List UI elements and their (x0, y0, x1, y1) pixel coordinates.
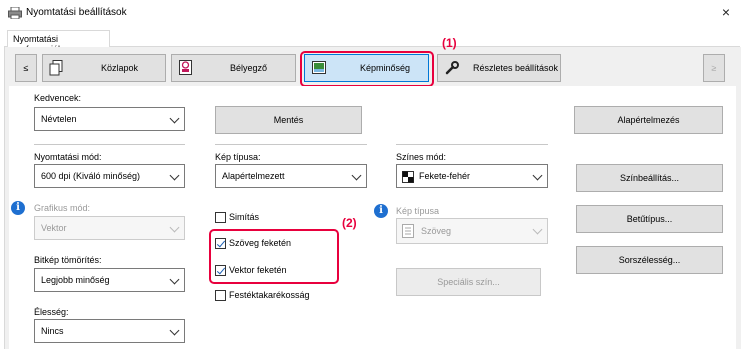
bitmap-value: Legjobb minőség (41, 275, 110, 285)
highlight-image-quality (300, 51, 434, 87)
info-icon: i (11, 201, 25, 215)
graphics-mode-dropdown[interactable]: Vektor (34, 216, 185, 240)
sharpness-dropdown[interactable]: Nincs (34, 319, 185, 343)
graphics-mode-label: Grafikus mód: (34, 203, 91, 213)
font-type-button[interactable]: Betűtípus... (576, 205, 723, 233)
color-settings-button[interactable]: Színbeállítás... (576, 164, 723, 192)
toner-save-label: Festéktakarékosság (229, 290, 310, 300)
image-type2-label: Kép típusa (396, 206, 440, 216)
chevron-down-icon (169, 325, 180, 336)
graphics-mode-value: Vektor (41, 223, 67, 233)
ribbon-prev-button[interactable]: ≤ (15, 54, 37, 82)
chevron-down-icon (532, 224, 543, 235)
printer-icon (8, 7, 22, 19)
wrench-icon (445, 61, 459, 75)
chevron-down-icon (351, 170, 362, 181)
save-button[interactable]: Mentés (215, 106, 362, 134)
chevron-down-icon (169, 170, 180, 181)
info-icon: i (374, 204, 388, 218)
sharpness-label: Élesség: (34, 307, 69, 317)
print-mode-label: Nyomtatási mód: (34, 152, 102, 162)
color-mode-value: Fekete-fehér (419, 171, 471, 181)
image-type-value: Alapértelmezett (222, 171, 285, 181)
color-mode-label: Színes mód: (396, 152, 447, 162)
print-mode-dropdown[interactable]: 600 dpi (Kiváló minőség) (34, 164, 185, 188)
annotation-2: (2) (342, 216, 357, 230)
tab-print-preferences[interactable]: Nyomtatási preferenciák (7, 30, 110, 54)
favorites-value: Névtelen (41, 114, 77, 124)
line-width-button[interactable]: Sorszélesség... (576, 246, 723, 274)
bitmap-dropdown[interactable]: Legjobb minőség (34, 268, 185, 292)
separator (396, 144, 548, 145)
highlight-checkboxes (209, 229, 339, 284)
ribbon-next-button[interactable]: ≥ (703, 54, 725, 82)
next-label: ≥ (711, 63, 717, 73)
ribbon-item-label: Részletes beállítások (473, 63, 559, 73)
ribbon-item-detailed-settings[interactable]: Részletes beállítások (437, 54, 561, 82)
image-type2-value: Szöveg (421, 226, 452, 236)
prev-label: ≤ (23, 63, 29, 73)
special-color-button[interactable]: Speciális szín... (396, 268, 541, 296)
black-white-icon (402, 171, 414, 183)
smoothing-label: Simítás (229, 212, 260, 222)
ribbon-item-stamp[interactable]: Bélyegző (171, 54, 296, 82)
ribbon-item-label: Bélyegző (230, 63, 268, 73)
text-document-icon (402, 224, 414, 238)
toner-save-checkbox[interactable] (215, 290, 226, 301)
title-bar: Nyomtatási beállítások × (0, 0, 741, 26)
pages-icon (49, 60, 63, 76)
chevron-down-icon (532, 170, 543, 181)
image-type-label: Kép típusa: (215, 152, 261, 162)
favorites-label: Kedvencek: (34, 93, 82, 103)
ribbon-item-pages[interactable]: Közlapok (42, 54, 166, 82)
window-title: Nyomtatási beállítások (26, 7, 127, 18)
chevron-down-icon (169, 274, 180, 285)
bitmap-label: Bitkép tömörítés: (34, 255, 102, 265)
image-type2-dropdown[interactable]: Szöveg (396, 218, 548, 244)
annotation-1: (1) (442, 36, 457, 50)
smoothing-checkbox[interactable] (215, 212, 226, 223)
print-mode-value: 600 dpi (Kiváló minőség) (41, 171, 141, 181)
sharpness-value: Nincs (41, 326, 64, 336)
favorites-dropdown[interactable]: Névtelen (34, 107, 185, 131)
ribbon-item-label: Közlapok (101, 63, 139, 73)
defaults-button[interactable]: Alapértelmezés (574, 106, 723, 134)
separator (215, 144, 367, 145)
close-button[interactable]: × (718, 4, 734, 20)
chevron-down-icon (169, 113, 180, 124)
color-mode-dropdown[interactable]: Fekete-fehér (396, 164, 548, 188)
separator (34, 144, 185, 145)
chevron-down-icon (169, 222, 180, 233)
stamp-icon (179, 60, 192, 75)
image-type-dropdown[interactable]: Alapértelmezett (215, 164, 367, 188)
